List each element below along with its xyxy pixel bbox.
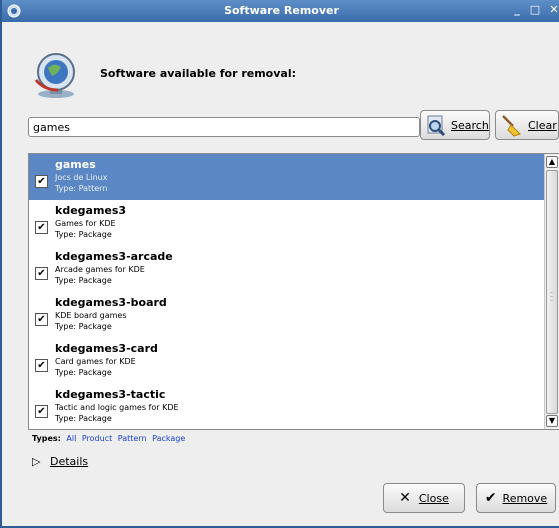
maximize-icon[interactable]: □: [529, 4, 541, 16]
package-description: Arcade games for KDE: [55, 265, 145, 274]
package-type: Type: Package: [55, 276, 112, 285]
type-link-all[interactable]: All: [66, 434, 76, 443]
title-bar[interactable]: Software Remover _ □ ✕: [2, 0, 559, 22]
package-description: Games for KDE: [55, 219, 116, 228]
broom-icon: [502, 115, 521, 137]
details-expander[interactable]: ▷ Details: [32, 455, 88, 468]
package-type: Type: Pattern: [55, 184, 108, 193]
package-row[interactable]: ✔ kdegames3-arcade Arcade games for KDE Typ…: [29, 246, 544, 292]
package-checkbox[interactable]: ✔: [35, 405, 48, 418]
close-button[interactable]: ✕ Close: [383, 483, 465, 513]
package-list-items: ✔ games Jocs de Linux Type: Pattern ✔ kdegame…: [29, 154, 544, 429]
package-row[interactable]: ✔ kdegames3-board KDE board games Type: Pac…: [29, 292, 544, 338]
details-label: Details: [49, 455, 89, 468]
package-row[interactable]: ✔ kdegames3 Games for KDE Type: Package: [29, 200, 544, 246]
package-description: KDE board games: [55, 311, 127, 320]
window-title: Software Remover: [224, 4, 339, 17]
search-button-label: Search: [451, 118, 489, 132]
checkmark-icon: ✔: [484, 490, 497, 506]
package-description: Card games for KDE: [55, 357, 136, 366]
package-description: Tactic and logic games for KDE: [55, 403, 179, 412]
search-icon: [427, 115, 446, 136]
remove-button-label: Remove: [502, 491, 548, 505]
remove-button[interactable]: ✔ Remove: [476, 483, 556, 513]
package-row[interactable]: ✔ games Jocs de Linux Type: Pattern: [29, 154, 544, 200]
package-name: kdegames3-arcade: [55, 250, 173, 263]
package-row[interactable]: ✔ kdegames3-card Card games for KDE Type: P…: [29, 338, 544, 384]
scroll-down-icon[interactable]: ▼: [546, 415, 558, 427]
package-type: Type: Package: [55, 368, 112, 377]
close-window-icon[interactable]: ✕: [548, 4, 559, 16]
package-checkbox[interactable]: ✔: [35, 221, 48, 234]
header-text: Software available for removal:: [100, 67, 297, 80]
types-filter: Types: All Product Pattern Package: [32, 434, 185, 443]
search-input[interactable]: [28, 117, 420, 137]
types-label: Types:: [32, 434, 61, 443]
package-name: games: [55, 158, 96, 171]
package-checkbox[interactable]: ✔: [35, 175, 48, 188]
type-link-package[interactable]: Package: [152, 434, 185, 443]
package-list[interactable]: ✔ games Jocs de Linux Type: Pattern ✔ kdegame…: [28, 153, 559, 430]
triangle-right-icon: ▷: [32, 455, 41, 468]
package-checkbox[interactable]: ✔: [35, 359, 48, 372]
scroll-up-icon[interactable]: ▲: [546, 156, 558, 168]
type-link-product[interactable]: Product: [82, 434, 112, 443]
x-icon: ✕: [399, 490, 411, 506]
type-link-pattern[interactable]: Pattern: [118, 434, 147, 443]
package-name: kdegames3-tactic: [55, 388, 166, 401]
software-globe-icon: [34, 53, 75, 98]
package-type: Type: Package: [55, 414, 112, 423]
package-name: kdegames3: [55, 204, 127, 217]
clear-button-label: Clear: [528, 118, 557, 132]
package-name: kdegames3-card: [55, 342, 158, 355]
package-description: Jocs de Linux: [55, 173, 108, 182]
search-button[interactable]: Search: [420, 110, 490, 140]
package-row[interactable]: ✔ kdegames3-tactic Tactic and logic games …: [29, 384, 544, 429]
clear-button[interactable]: Clear: [495, 110, 559, 140]
package-checkbox[interactable]: ✔: [35, 267, 48, 280]
scrollbar-thumb[interactable]: – – –: [546, 170, 558, 414]
package-name: kdegames3-board: [55, 296, 167, 309]
vertical-scrollbar[interactable]: ▲ – – – ▼: [544, 154, 559, 429]
package-checkbox[interactable]: ✔: [35, 313, 48, 326]
software-remover-window: Software Remover _ □ ✕ Software availabl…: [0, 0, 559, 528]
package-type: Type: Package: [55, 230, 112, 239]
package-type: Type: Package: [55, 322, 112, 331]
grip-icon: – – –: [550, 289, 553, 304]
minimize-icon[interactable]: _: [511, 4, 523, 16]
close-button-label: Close: [418, 491, 449, 505]
